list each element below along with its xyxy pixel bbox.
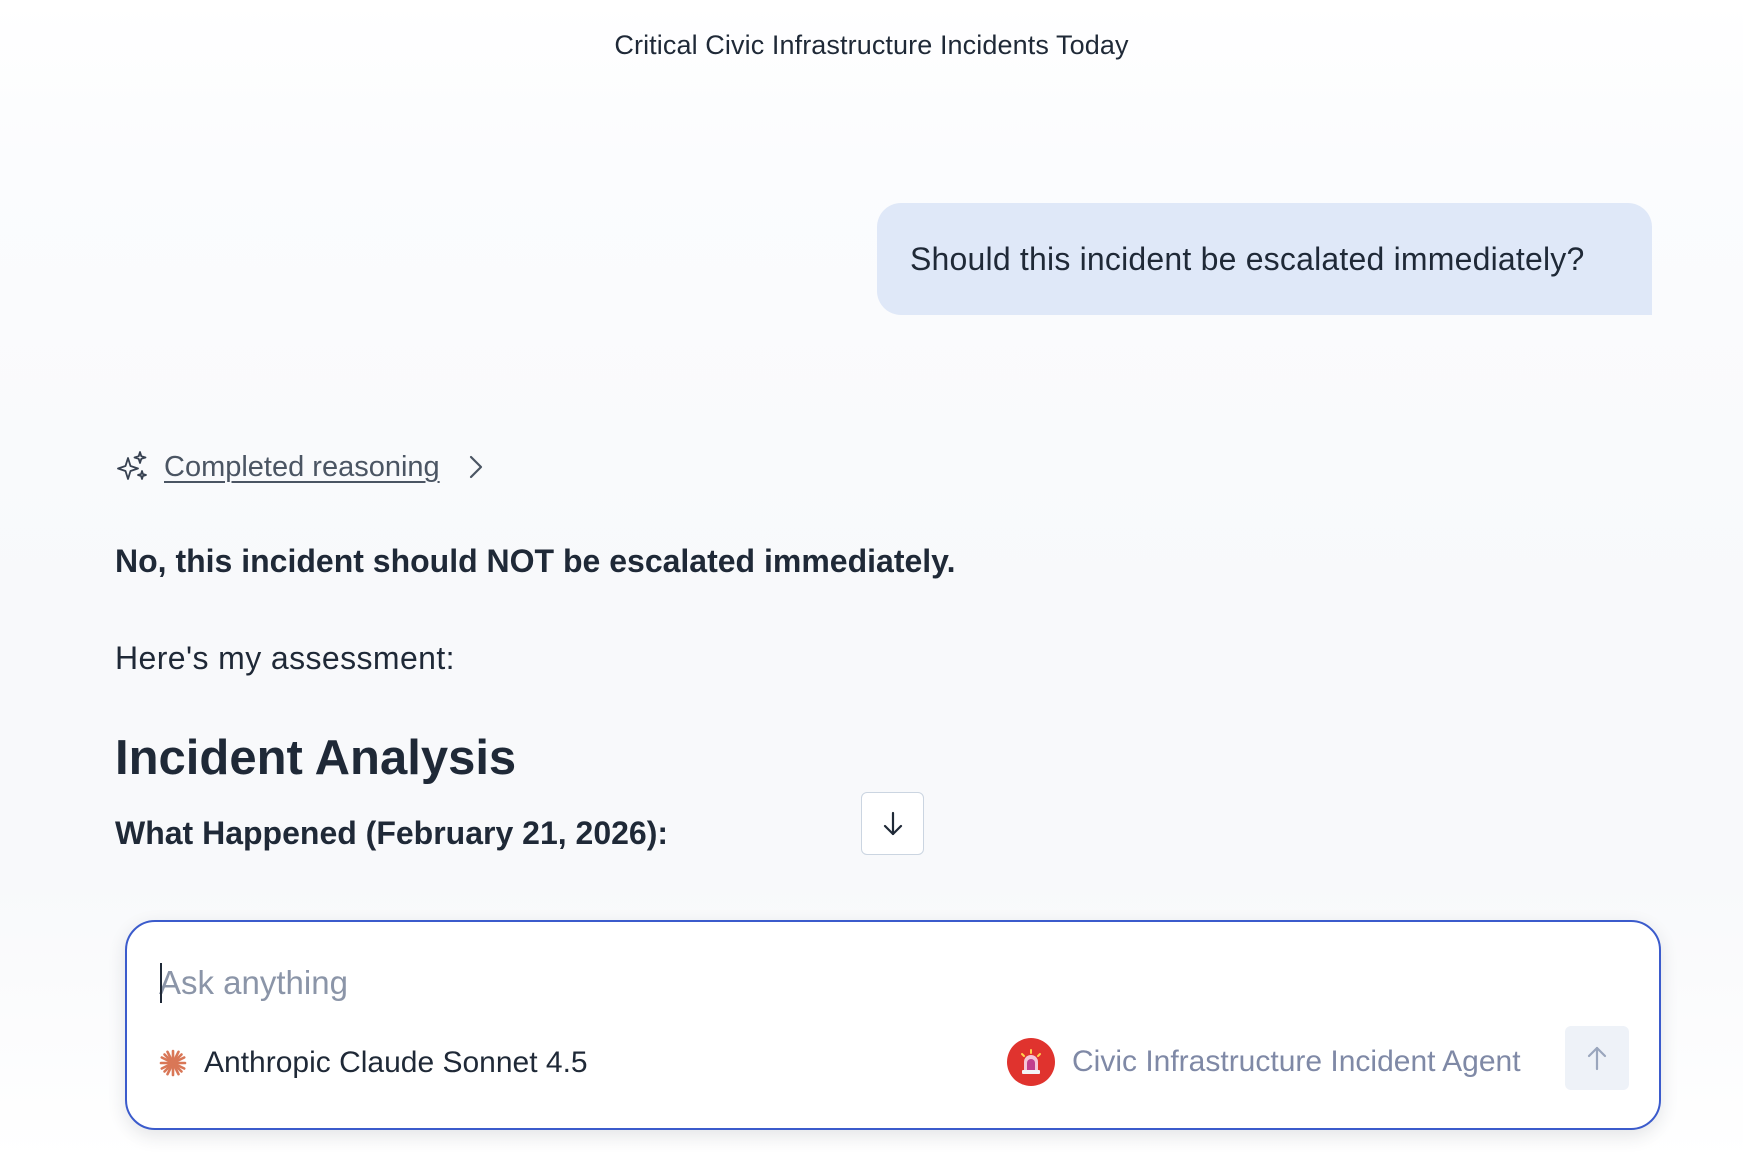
assistant-heading: Incident Analysis	[115, 731, 517, 785]
assistant-subheading: What Happened (February 21, 2026):	[115, 815, 669, 851]
assistant-verdict: No, this incident should NOT be escalate…	[115, 543, 956, 579]
reasoning-toggle[interactable]: Completed reasoning	[114, 447, 488, 487]
text-caret	[160, 963, 162, 1003]
arrow-up-icon	[1587, 1046, 1607, 1071]
agent-selector[interactable]: Civic Infrastructure Incident Agent	[1007, 1034, 1521, 1090]
arrow-down-icon	[883, 811, 902, 835]
assistant-intro: Here's my assessment:	[115, 640, 455, 676]
agent-selector-label: Civic Infrastructure Incident Agent	[1072, 1045, 1521, 1078]
user-message-bubble: Should this incident be escalated immedi…	[877, 203, 1652, 315]
chevron-right-icon[interactable]	[464, 451, 488, 483]
anthropic-logo-icon	[159, 1049, 187, 1077]
message-composer: Anthropic Claude Sonnet 4.5 Civic Infras…	[125, 920, 1661, 1130]
sparkle-icon	[117, 451, 147, 480]
model-selector[interactable]: Anthropic Claude Sonnet 4.5	[159, 1038, 588, 1088]
siren-icon	[1021, 1049, 1041, 1074]
reasoning-link[interactable]: Completed reasoning	[164, 451, 440, 484]
message-input[interactable]	[159, 958, 1259, 1008]
model-selector-label: Anthropic Claude Sonnet 4.5	[204, 1046, 588, 1079]
conversation-title: Critical Civic Infrastructure Incidents …	[614, 30, 1129, 60]
send-button[interactable]	[1565, 1026, 1629, 1090]
agent-avatar	[1007, 1038, 1055, 1086]
user-message-text: Should this incident be escalated immedi…	[910, 240, 1585, 277]
scroll-to-bottom-button[interactable]	[861, 792, 924, 855]
